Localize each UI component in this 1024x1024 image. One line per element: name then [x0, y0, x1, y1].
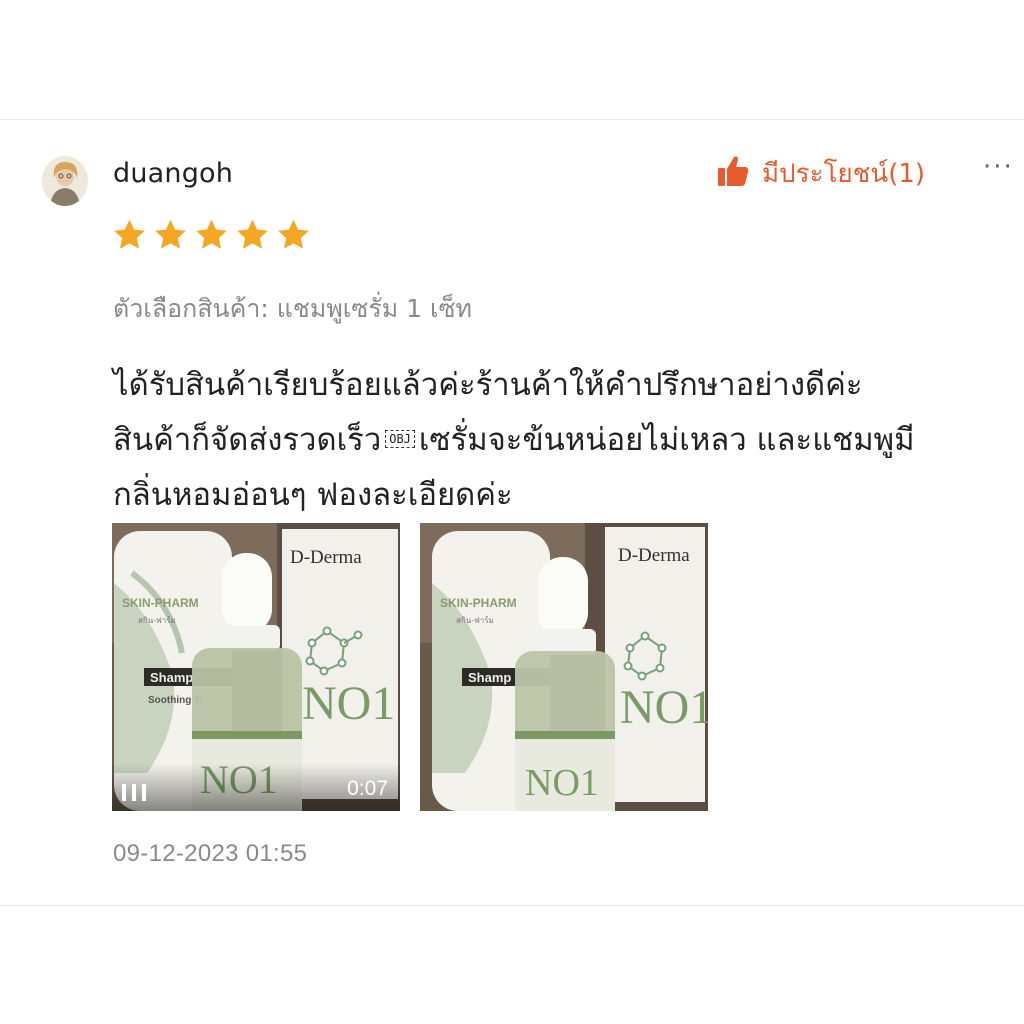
thumbs-up-icon	[716, 154, 750, 192]
star-icon	[278, 219, 309, 249]
box-mark: NO1	[302, 677, 395, 730]
review-line: สินค้าก็จัดส่งรวดเร็ว OBJ เซรั่มจะข้นหน่อย…	[113, 413, 1013, 468]
bottle-brand: SKIN-PHARM	[440, 596, 517, 610]
box-mark: NO1	[620, 681, 708, 734]
product-variation: ตัวเลือกสินค้า: แชมพูเซรั่ม 1 เซ็ท	[113, 294, 473, 323]
review-photo[interactable]: SKIN-PHARM สกิน-ฟาร์ม Shamp D-Derma NO1 …	[420, 523, 708, 811]
more-options-icon[interactable]: ···	[983, 152, 1014, 182]
star-icon	[155, 219, 186, 249]
avatar[interactable]	[42, 156, 88, 206]
review-text: ได้รับสินค้าเรียบร้อยแล้วค่ะร้านค้าให้คำ…	[113, 358, 1013, 523]
review-line: กลิ่นหอมอ่อนๆ ฟองละเอียดค่ะ	[113, 477, 513, 513]
review-date: 09-12-2023 01:55	[113, 840, 308, 867]
review-line: ได้รับสินค้าเรียบร้อยแล้วค่ะร้านค้าให้คำ…	[113, 367, 863, 403]
bottom-divider	[0, 905, 1024, 906]
star-icon	[196, 219, 227, 249]
box-brand: D-Derma	[618, 545, 690, 566]
video-icon	[122, 784, 146, 801]
top-divider	[0, 119, 1024, 120]
rating-stars	[111, 217, 312, 253]
review-video-thumbnail[interactable]: SKIN-PHARM สกิน-ฟาร์ม Shamp Soothing Tr …	[112, 523, 400, 811]
star-icon	[237, 219, 268, 249]
bottle-brand: SKIN-PHARM	[122, 596, 199, 610]
helpful-label: มีประโยชน์(1)	[762, 158, 926, 189]
box-brand: D-Derma	[290, 547, 362, 568]
bottle-type: Shamp	[150, 670, 193, 685]
username[interactable]: duangoh	[113, 158, 233, 189]
review-text-part: เซรั่มจะข้นหน่อยไม่เหลว และแชมพูมี	[418, 422, 915, 458]
bottle-sub: สกิน-ฟาร์ม	[138, 615, 176, 625]
object-placeholder-icon: OBJ	[385, 429, 415, 448]
review-text-part: สินค้าก็จัดส่งรวดเร็ว	[113, 422, 382, 458]
bottle-type: Shamp	[468, 670, 511, 685]
helpful-button[interactable]: มีประโยชน์(1)	[716, 152, 925, 194]
video-overlay: 0:07	[112, 763, 400, 811]
bottle-sub: สกิน-ฟาร์ม	[456, 615, 494, 625]
star-icon	[114, 219, 145, 249]
video-duration: 0:07	[347, 777, 388, 800]
serum-mark: NO1	[525, 762, 599, 804]
